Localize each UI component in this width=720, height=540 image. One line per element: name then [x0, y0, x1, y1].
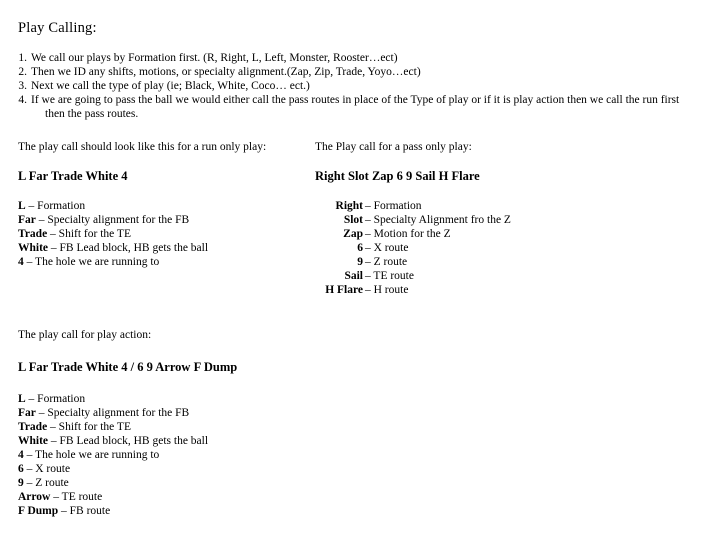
definition-term: Sail [344, 270, 363, 282]
definition-row: Zap – Motion for the Z [315, 227, 615, 241]
list-item-number: 1. [18, 52, 27, 64]
list-item-number: 3. [18, 80, 27, 92]
run-play-caption: The play call should look like this for … [18, 141, 267, 153]
definition-term: 4 [18, 256, 24, 268]
list-item-text: Then we ID any shifts, motions, or speci… [31, 66, 421, 78]
definition-description: – Specialty alignment for the FB [38, 214, 190, 226]
definition-row: 9 – Z route [18, 476, 448, 490]
play-action-section: The play call for play action: L Far Tra… [18, 328, 448, 518]
definition-description: – Motion for the Z [365, 228, 451, 240]
definition-term: Far [18, 407, 36, 419]
list-item-text: If we are going to pass the ball we woul… [31, 93, 714, 121]
definition-description: – FB Lead block, HB gets the ball [50, 242, 209, 254]
definition-row: Slot – Specialty Alignment fro the Z [315, 213, 615, 227]
definition-term: H Flare [325, 284, 363, 296]
definition-term: 4 [18, 449, 24, 461]
definition-description: – FB route [61, 505, 111, 517]
play-action-call: L Far Trade White 4 / 6 9 Arrow F Dump [18, 360, 238, 374]
definition-term: L [18, 200, 26, 212]
definition-description: – Formation [28, 200, 86, 212]
definition-description: – Formation [365, 200, 422, 212]
definition-row: 4 – The hole we are running to [18, 255, 308, 269]
definition-description: – Formation [28, 393, 86, 405]
list-item: 2. Then we ID any shifts, motions, or sp… [14, 65, 714, 79]
definition-term: Zap [343, 228, 363, 240]
pass-play-call: Right Slot Zap 6 9 Sail H Flare [315, 169, 480, 183]
definition-description: – FB Lead block, HB gets the ball [50, 435, 209, 447]
document-page: Play Calling: 1. We call our plays by Fo… [0, 0, 720, 540]
definition-description: – Z route [365, 256, 408, 268]
run-play-definition-list: L – Formation Far – Specialty alignment … [18, 199, 308, 269]
definition-term: Arrow [18, 491, 51, 503]
definition-term: 9 [18, 477, 24, 489]
definition-row: Far – Specialty alignment for the FB [18, 406, 448, 420]
definition-row: White – FB Lead block, HB gets the ball [18, 434, 448, 448]
definition-description: – Specialty alignment for the FB [38, 407, 190, 419]
definition-row: F Dump – FB route [18, 504, 448, 518]
definition-row: L – Formation [18, 199, 308, 213]
definition-description: – TE route [53, 491, 103, 503]
definition-description: – The hole we are running to [26, 256, 160, 268]
definition-description: – The hole we are running to [26, 449, 160, 461]
definition-description: – Shift for the TE [50, 421, 131, 433]
run-only-play-column: The play call should look like this for … [18, 140, 308, 269]
definition-term: 6 [18, 463, 24, 475]
definition-term: 6 [357, 242, 363, 254]
run-play-call: L Far Trade White 4 [18, 169, 128, 183]
definition-row: 6 – X route [315, 241, 615, 255]
definition-description: – Shift for the TE [50, 228, 131, 240]
definition-term: Far [18, 214, 36, 226]
definition-description: – Specialty Alignment fro the Z [365, 214, 511, 226]
play-calling-rules-list: 1. We call our plays by Formation first.… [14, 51, 714, 121]
definition-term: Right [335, 200, 363, 212]
list-item-number: 2. [18, 66, 27, 78]
definition-row: 4 – The hole we are running to [18, 448, 448, 462]
list-item: 3. Next we call the type of play (ie; Bl… [14, 79, 714, 93]
definition-term: Slot [343, 214, 363, 226]
definition-term: White [18, 242, 49, 254]
play-action-definition-list: L – Formation Far – Specialty alignment … [18, 392, 448, 518]
definition-term: 9 [357, 256, 363, 268]
definition-description: – H route [365, 284, 409, 296]
pass-only-play-column: The Play call for a pass only play: Righ… [315, 140, 615, 297]
pass-play-caption: The Play call for a pass only play: [315, 141, 472, 153]
page-title: Play Calling: [18, 20, 97, 36]
definition-row: Trade – Shift for the TE [18, 227, 308, 241]
pass-play-definition-list: Right – Formation Slot – Specialty Align… [315, 199, 615, 297]
list-item-text: Next we call the type of play (ie; Black… [31, 80, 310, 92]
definition-description: – X route [365, 242, 409, 254]
list-item: 1. We call our plays by Formation first.… [14, 51, 714, 65]
definition-description: – Z route [26, 477, 69, 489]
definition-description: – TE route [365, 270, 414, 282]
definition-row: 9 – Z route [315, 255, 615, 269]
definition-term: White [18, 435, 49, 447]
definition-term: Trade [18, 228, 48, 240]
definition-row: Arrow – TE route [18, 490, 448, 504]
definition-description: – X route [26, 463, 71, 475]
definition-row: Sail – TE route [315, 269, 615, 283]
definition-term: F Dump [18, 505, 59, 517]
definition-row: White – FB Lead block, HB gets the ball [18, 241, 308, 255]
list-item-text-main: If we are going to pass the ball we woul… [31, 94, 680, 106]
definition-row: 6 – X route [18, 462, 448, 476]
definition-row: Far – Specialty alignment for the FB [18, 213, 308, 227]
definition-row: Right – Formation [315, 199, 615, 213]
list-item-text: We call our plays by Formation first. (R… [31, 52, 398, 64]
play-action-caption: The play call for play action: [18, 329, 152, 341]
list-item-number: 4. [18, 94, 27, 106]
definition-term: L [18, 393, 26, 405]
definition-row: Trade – Shift for the TE [18, 420, 448, 434]
definition-row: H Flare – H route [315, 283, 615, 297]
list-item: 4. If we are going to pass the ball we w… [14, 93, 714, 121]
definition-term: Trade [18, 421, 48, 433]
list-item-text-continuation: then the pass routes. [45, 108, 139, 120]
definition-row: L – Formation [18, 392, 448, 406]
